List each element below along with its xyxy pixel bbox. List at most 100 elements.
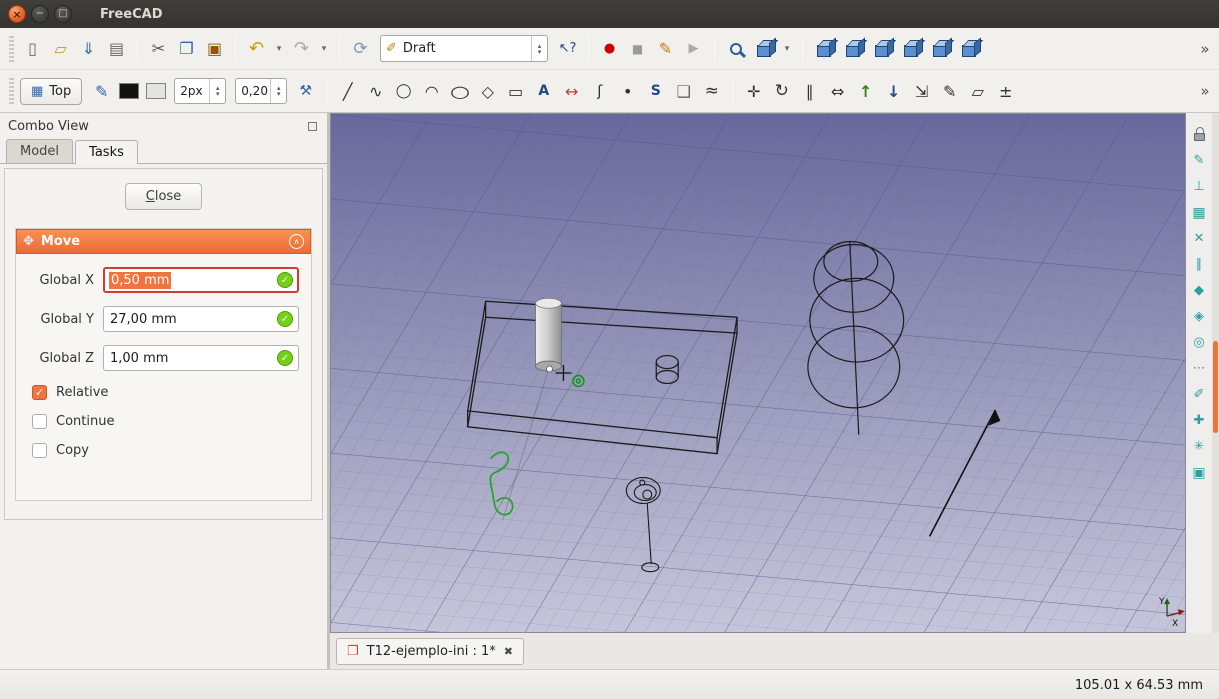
working-plane-button[interactable]: ▦ Top xyxy=(20,78,82,105)
view-rear-button[interactable] xyxy=(927,36,953,62)
line-color-swatch[interactable] xyxy=(119,83,139,99)
task-close-button[interactable]: Close xyxy=(125,183,202,210)
text-scale-spinbox[interactable]: 0,20 ▴ ▾ xyxy=(235,78,287,104)
draft-facebinder-tool[interactable]: ❑ xyxy=(671,78,696,104)
snap-ortho-button[interactable]: ✚ xyxy=(1190,411,1209,430)
view-isometric-button[interactable] xyxy=(811,36,837,62)
undo-dropdown-arrow[interactable]: ▾ xyxy=(272,36,286,62)
undo-button[interactable]: ↶ xyxy=(244,36,269,62)
toolbar-overflow-button[interactable]: » xyxy=(1197,40,1213,58)
snap-special-button[interactable]: ◈ xyxy=(1190,307,1209,326)
stop-macro-button[interactable]: ■ xyxy=(625,36,650,62)
redo-button[interactable]: ↷ xyxy=(289,36,314,62)
edit-macro-button[interactable]: ✎ xyxy=(653,36,678,62)
snap-intersection-button[interactable]: ✕ xyxy=(1190,229,1209,248)
redo-dropdown-arrow[interactable]: ▾ xyxy=(317,36,331,62)
construction-mode-button[interactable]: ⚒ xyxy=(293,78,318,104)
snap-endpoint-button[interactable]: ✎ xyxy=(1190,151,1209,170)
toolbar-overflow-button[interactable]: » xyxy=(1197,82,1213,100)
apply-style-button[interactable]: ✎ xyxy=(89,78,114,104)
relative-checkbox[interactable]: ✓ xyxy=(32,385,47,400)
window-minimize-button[interactable]: − xyxy=(31,5,49,23)
cut-button[interactable]: ✂ xyxy=(146,36,171,62)
draft-move-tool[interactable]: ✛ xyxy=(741,78,766,104)
continue-checkbox[interactable]: ✓ xyxy=(32,414,47,429)
snap-perpendicular-button[interactable]: ⊥ xyxy=(1190,177,1209,196)
draft-rotate-tool[interactable]: ↻ xyxy=(769,78,794,104)
global-y-input[interactable]: 27,00 mm ✓ xyxy=(103,306,299,332)
draft-shapestring-tool[interactable]: S xyxy=(643,78,668,104)
face-color-swatch[interactable] xyxy=(146,83,166,99)
draft-bezier-tool[interactable]: ≈ xyxy=(699,78,724,104)
window-close-button[interactable]: × xyxy=(8,5,26,23)
scrollbar-thumb[interactable] xyxy=(1213,341,1218,433)
draft-point-tool[interactable]: • xyxy=(615,78,640,104)
tab-tasks[interactable]: Tasks xyxy=(75,140,138,164)
tab-model[interactable]: Model xyxy=(6,139,73,163)
global-z-input[interactable]: 1,00 mm ✓ xyxy=(103,345,299,371)
draft-offset-tool[interactable]: ∥ xyxy=(797,78,822,104)
toolbar-grip[interactable] xyxy=(9,36,14,62)
snap-lock-button[interactable] xyxy=(1190,125,1209,144)
draft-shape2dview-tool[interactable]: ▱ xyxy=(965,78,990,104)
viewport-scrollbar[interactable] xyxy=(1212,113,1219,633)
viewport-canvas[interactable]: Y X xyxy=(331,114,1185,632)
snap-dimensions-button[interactable]: ⋯ xyxy=(1190,359,1209,378)
record-macro-button[interactable]: ● xyxy=(597,36,622,62)
draft-trimex-tool[interactable]: ⇔ xyxy=(825,78,850,104)
view-top-button[interactable] xyxy=(869,36,895,62)
run-macro-button[interactable]: ▶ xyxy=(681,36,706,62)
workbench-selector[interactable]: ✐ Draft ▴ ▾ xyxy=(380,35,548,62)
draft-ellipse-tool[interactable]: ○ xyxy=(447,78,472,104)
window-maximize-button[interactable]: □ xyxy=(54,5,72,23)
move-section-header[interactable]: ✥ Move ∧ xyxy=(16,229,311,254)
new-document-button[interactable]: ▯ xyxy=(20,36,45,62)
line-width-spinner[interactable]: ▴ ▾ xyxy=(209,79,225,103)
print-button[interactable]: ▤ xyxy=(104,36,129,62)
copy-button[interactable]: ❐ xyxy=(174,36,199,62)
draft-polygon-tool[interactable]: ◇ xyxy=(475,78,500,104)
save-button[interactable]: ⇓ xyxy=(76,36,101,62)
snap-grid-button[interactable]: ▦ xyxy=(1190,203,1209,222)
copy-checkbox[interactable]: ✓ xyxy=(32,443,47,458)
draft-line-tool[interactable]: ╱ xyxy=(335,78,360,104)
draft-dimension-tool[interactable]: ↔ xyxy=(559,78,584,104)
draft-rectangle-tool[interactable]: ▭ xyxy=(503,78,528,104)
whats-this-button[interactable]: ↖? xyxy=(555,36,580,62)
snap-workingplane-button[interactable]: ▣ xyxy=(1190,463,1209,482)
draft-arc-tool[interactable]: ◠ xyxy=(419,78,444,104)
float-panel-icon[interactable] xyxy=(308,122,317,131)
text-scale-spinner[interactable]: ▴ ▾ xyxy=(270,79,286,103)
snap-midpoint-button[interactable]: ◆ xyxy=(1190,281,1209,300)
snap-center-button[interactable]: ◎ xyxy=(1190,333,1209,352)
refresh-button[interactable]: ⟳ xyxy=(348,36,373,62)
open-button[interactable]: ▱ xyxy=(48,36,73,62)
view-front-button[interactable] xyxy=(840,36,866,62)
snap-near-button[interactable]: ✐ xyxy=(1190,385,1209,404)
fit-selection-button[interactable] xyxy=(723,36,748,62)
draft-wire-tool[interactable]: ∿ xyxy=(363,78,388,104)
draft-upgrade-tool[interactable]: ↑ xyxy=(853,78,878,104)
view-right-button[interactable] xyxy=(898,36,924,62)
draft-bspline-tool[interactable]: ʃ xyxy=(587,78,612,104)
document-tab[interactable]: ❒ T12-ejemplo-ini : 1* ✖ xyxy=(336,638,524,665)
draft-edit-tool[interactable]: ✎ xyxy=(937,78,962,104)
draft-text-tool[interactable]: A xyxy=(531,78,556,104)
axonometric-view-button[interactable] xyxy=(751,36,777,62)
workbench-selector-spinner[interactable]: ▴ ▾ xyxy=(531,36,547,61)
paste-button[interactable]: ▣ xyxy=(202,36,227,62)
document-tab-close-icon[interactable]: ✖ xyxy=(504,645,513,658)
axonometric-dropdown-arrow[interactable]: ▾ xyxy=(780,36,794,62)
3d-viewport[interactable]: Y X xyxy=(330,113,1186,633)
cylinder-object[interactable] xyxy=(536,298,562,371)
line-width-spinbox[interactable]: 2px ▴ ▾ xyxy=(174,78,226,104)
snap-parallel-button[interactable]: ∥ xyxy=(1190,255,1209,274)
draft-downgrade-tool[interactable]: ↓ xyxy=(881,78,906,104)
snap-extension-button[interactable]: ✳ xyxy=(1190,437,1209,456)
view-bottom-button[interactable] xyxy=(956,36,982,62)
global-x-input[interactable]: 0,50 mm ✓ xyxy=(103,267,299,293)
draft-scale-tool[interactable]: ⇲ xyxy=(909,78,934,104)
collapse-section-icon[interactable]: ∧ xyxy=(289,234,304,249)
toolbar-grip[interactable] xyxy=(9,78,14,104)
draft-circle-tool[interactable]: ◯ xyxy=(391,78,416,104)
